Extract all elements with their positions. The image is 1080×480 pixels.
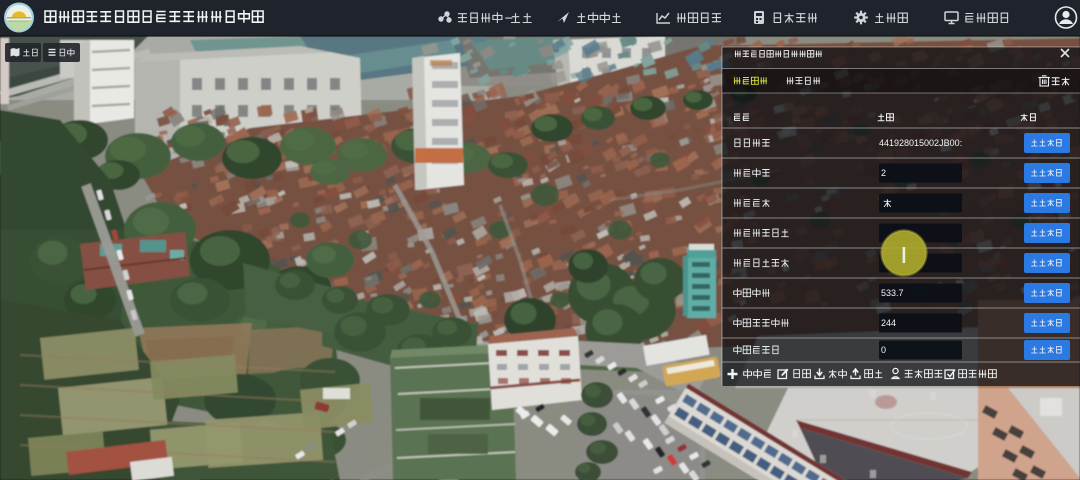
svg-text:0: 0 [881, 345, 886, 355]
svg-text:441928015002JB00:: 441928015002JB00: [879, 138, 962, 148]
svg-text:533.7: 533.7 [881, 288, 904, 298]
svg-text:2: 2 [881, 168, 886, 178]
svg-text:244: 244 [881, 318, 896, 328]
